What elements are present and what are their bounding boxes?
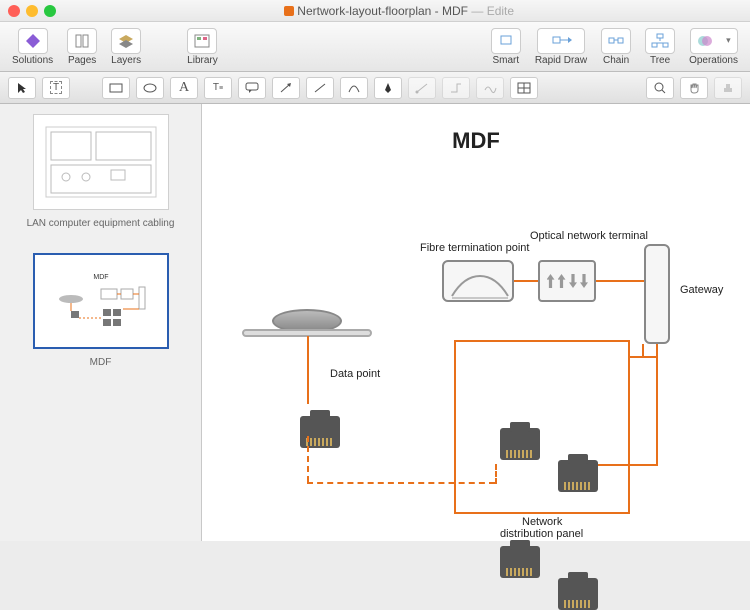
solutions-button[interactable]: Solutions: [6, 27, 59, 67]
rapid-draw-button[interactable]: Rapid Draw: [529, 27, 593, 67]
gateway-label: Gateway: [680, 284, 723, 296]
ndp-port[interactable]: [500, 428, 540, 460]
line-tool[interactable]: [306, 77, 334, 99]
tree-button[interactable]: Tree: [639, 27, 681, 67]
gateway-device[interactable]: [644, 244, 670, 344]
connector: [307, 336, 309, 404]
callout-tool[interactable]: [238, 77, 266, 99]
window-controls: [8, 5, 56, 17]
tree-icon: [645, 28, 675, 54]
app-icon: [18, 28, 48, 54]
page-title: MDF: [202, 128, 750, 154]
page-thumb-2[interactable]: MDF: [33, 253, 169, 349]
connector: [588, 464, 658, 466]
library-icon: [187, 28, 217, 54]
title-page: MDF: [442, 4, 468, 18]
titlebar: Nertwork-layout-floorplan - MDF — Edite: [0, 0, 750, 22]
connector: [642, 344, 644, 356]
page-thumb-1-label: LAN computer equipment cabling: [27, 218, 175, 229]
ont-label: Optical network terminal: [530, 230, 620, 242]
rect-tool[interactable]: [102, 77, 130, 99]
curve-tool[interactable]: [340, 77, 368, 99]
ndp-port[interactable]: [558, 578, 598, 610]
pages-button[interactable]: Pages: [61, 27, 103, 67]
connector-dashed: [307, 482, 495, 484]
zoom-icon[interactable]: [44, 5, 56, 17]
connector-tool[interactable]: [408, 77, 436, 99]
layers-icon: [111, 28, 141, 54]
wall-data-outlet[interactable]: [242, 309, 372, 337]
thumb-preview-icon: [41, 122, 161, 202]
text-select-tool[interactable]: T: [42, 77, 70, 99]
main-toolbar: Solutions Pages Layers Library Smart Rap…: [0, 22, 750, 72]
layers-button[interactable]: Layers: [105, 27, 147, 67]
svg-text:MDF: MDF: [93, 274, 108, 281]
tools-row: T A T≡: [0, 72, 750, 104]
hand-tool[interactable]: [680, 77, 708, 99]
chain-button[interactable]: Chain: [595, 27, 637, 67]
arrow-tool[interactable]: [272, 77, 300, 99]
page-thumb-1[interactable]: [33, 114, 169, 210]
connector: [454, 340, 456, 514]
operations-icon: ▾: [690, 28, 738, 54]
smart-icon: [491, 28, 521, 54]
chain-icon: [601, 28, 631, 54]
title-state: — Edite: [471, 4, 514, 18]
connector: [630, 356, 656, 358]
connector-dashed: [307, 436, 309, 482]
ndp-port[interactable]: [500, 546, 540, 578]
library-button[interactable]: Library: [181, 27, 224, 67]
connector: [454, 512, 630, 514]
ellipse-tool[interactable]: [136, 77, 164, 99]
stamp-tool[interactable]: [714, 77, 742, 99]
canvas[interactable]: MDF Data point Fibre termination point O…: [202, 104, 750, 541]
data-point-label: Data point: [330, 368, 380, 380]
fibre-termination-point[interactable]: [442, 260, 514, 302]
pages-sidebar: LAN computer equipment cabling MDF MDF: [0, 104, 202, 541]
optical-network-terminal[interactable]: [538, 260, 596, 302]
main-area: LAN computer equipment cabling MDF MDF M…: [0, 104, 750, 541]
thumb-preview-icon: MDF: [41, 261, 161, 341]
pointer-tool[interactable]: [8, 77, 36, 99]
ndp-label-1: Network: [522, 516, 562, 528]
zoom-tool[interactable]: [646, 77, 674, 99]
spline-tool[interactable]: [476, 77, 504, 99]
connector: [454, 340, 630, 342]
ftp-label: Fibre termination point: [420, 242, 529, 254]
title-file: Nertwork-layout-floorplan: [297, 4, 431, 18]
smart-connector-tool[interactable]: [442, 77, 470, 99]
close-icon[interactable]: [8, 5, 20, 17]
pen-tool[interactable]: [374, 77, 402, 99]
smart-button[interactable]: Smart: [485, 27, 527, 67]
rapid-draw-icon: [537, 28, 585, 54]
connector: [656, 344, 658, 464]
operations-button[interactable]: ▾Operations: [683, 27, 744, 67]
connector: [514, 280, 538, 282]
ndp-label-2: distribution panel: [500, 528, 583, 540]
connector: [628, 340, 630, 514]
minimize-icon[interactable]: [26, 5, 38, 17]
textbox-tool[interactable]: T≡: [204, 77, 232, 99]
text-tool[interactable]: A: [170, 77, 198, 99]
connector-dashed: [495, 464, 497, 484]
connector: [596, 280, 644, 282]
window-title: Nertwork-layout-floorplan - MDF — Edite: [56, 4, 742, 18]
table-tool[interactable]: [510, 77, 538, 99]
data-point-port[interactable]: [300, 416, 340, 448]
page-thumb-2-label: MDF: [90, 357, 112, 368]
ndp-port[interactable]: [558, 460, 598, 492]
pages-icon: [67, 28, 97, 54]
